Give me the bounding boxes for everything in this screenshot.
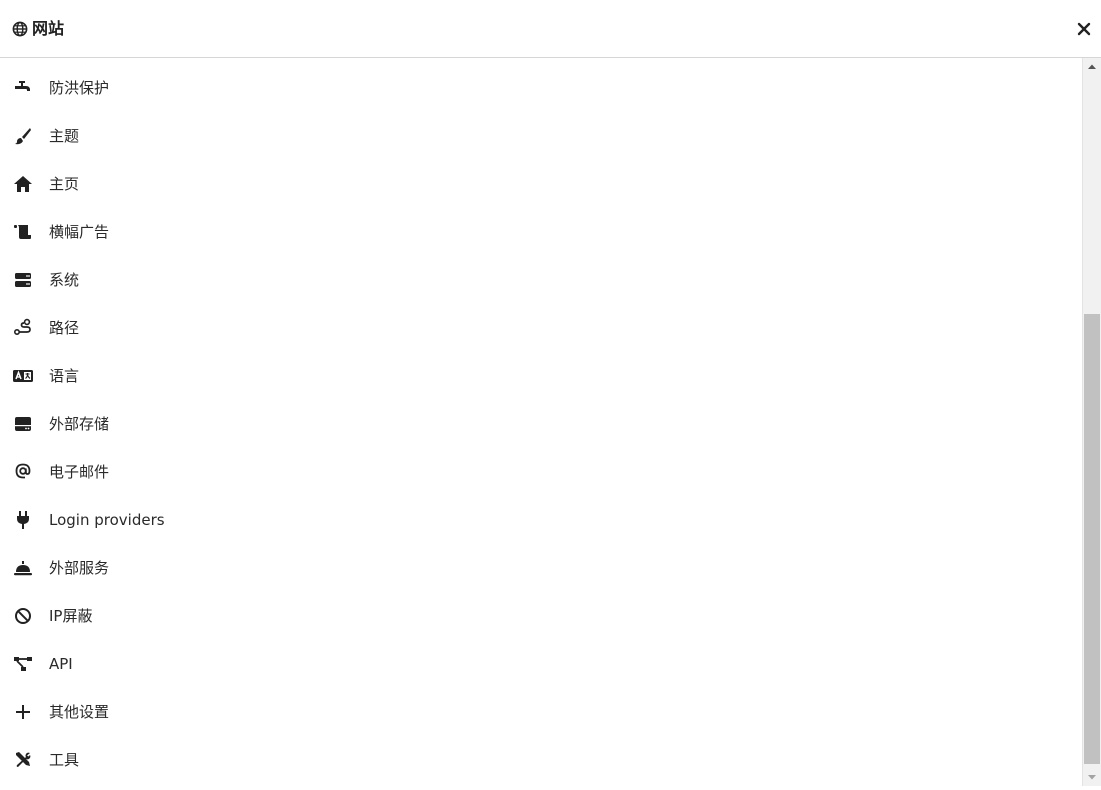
menu-item-banner-ads[interactable]: 横幅广告 [0,208,1082,256]
ban-icon [13,606,33,626]
at-sign-icon [13,462,33,482]
plus-icon [13,702,33,722]
menu-item-label: 横幅广告 [49,223,110,241]
menu-item-route[interactable]: 路径 [0,304,1082,352]
tools-icon [13,750,33,770]
scroll-down-arrow-icon[interactable] [1083,768,1101,786]
menu-item-login-providers[interactable]: Login providers [0,496,1082,544]
globe-icon [12,21,28,37]
project-diagram-icon [13,654,33,674]
menu-item-flood-protection[interactable]: 防洪保护 [0,64,1082,112]
home-icon [13,174,33,194]
dialog-title: 网站 [32,19,65,38]
route-icon [13,318,33,338]
settings-menu-list: 防洪保护 主题 主页 横幅广告 系统 路径 语言 外部存储 电子邮件 Login… [0,58,1082,786]
paintbrush-icon [13,126,33,146]
language-icon [13,366,33,386]
menu-item-label: 语言 [49,367,80,385]
menu-item-tools[interactable]: 工具 [0,736,1082,784]
menu-item-label: 外部服务 [49,559,110,577]
plug-icon [13,510,33,530]
scrollbar-thumb[interactable] [1084,314,1100,764]
menu-item-other-settings[interactable]: 其他设置 [0,688,1082,736]
menu-item-theme[interactable]: 主题 [0,112,1082,160]
menu-item-language[interactable]: 语言 [0,352,1082,400]
scroll-up-arrow-icon[interactable] [1083,58,1101,76]
close-icon[interactable] [1075,20,1093,38]
vertical-scrollbar[interactable] [1082,58,1101,786]
menu-item-label: 工具 [49,751,80,769]
menu-item-label: 主页 [49,175,80,193]
menu-item-homepage[interactable]: 主页 [0,160,1082,208]
faucet-icon [13,78,33,98]
menu-item-label: 系统 [49,271,80,289]
menu-item-external-services[interactable]: 外部服务 [0,544,1082,592]
server-icon [13,270,33,290]
scroll-icon [13,222,33,242]
menu-item-label: IP屏蔽 [49,607,93,625]
menu-item-label: API [49,655,73,673]
menu-item-system[interactable]: 系统 [0,256,1082,304]
menu-item-label: 路径 [49,319,80,337]
hdd-icon [13,414,33,434]
menu-item-label: 外部存储 [49,415,110,433]
concierge-bell-icon [13,558,33,578]
menu-item-label: 其他设置 [49,703,110,721]
menu-item-label: 主题 [49,127,80,145]
menu-item-label: Login providers [49,511,165,529]
menu-item-ip-ban[interactable]: IP屏蔽 [0,592,1082,640]
menu-item-email[interactable]: 电子邮件 [0,448,1082,496]
menu-item-api[interactable]: API [0,640,1082,688]
menu-item-label: 防洪保护 [49,79,110,97]
menu-item-external-storage[interactable]: 外部存储 [0,400,1082,448]
menu-item-label: 电子邮件 [49,463,110,481]
dialog-header: 网站 [0,0,1101,58]
